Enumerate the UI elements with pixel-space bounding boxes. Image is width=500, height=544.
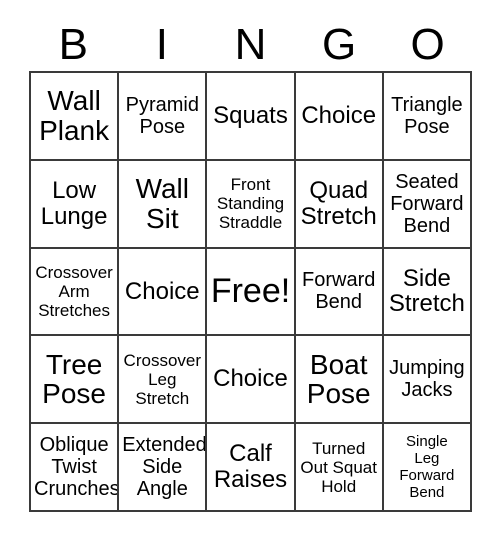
bingo-cell-label: Tree Pose [42,348,106,410]
bingo-cell[interactable]: Crossover Arm Stretches [31,248,120,337]
bingo-cell[interactable]: Jumping Jacks [383,336,472,425]
bingo-header: B I N G O [29,18,472,71]
bingo-cell[interactable]: Choice [119,248,208,337]
header-letter-i: I [155,19,168,69]
bingo-cell-label: Choice [213,365,288,393]
bingo-cell[interactable]: Front Standing Straddle [207,160,296,249]
bingo-card: B I N G O Wall Plank Pyramid Pose Squats Ch… [0,0,500,544]
bingo-cell-label: Single Leg Forward Bend [399,432,455,502]
bingo-cell-label: Seated Forward Bend [390,170,464,237]
header-letter-o: O [410,19,445,69]
bingo-cell[interactable]: Squats [207,73,296,161]
bingo-cell[interactable]: Wall Plank [31,73,120,161]
bingo-cell-label: Low Lunge [40,177,108,230]
bingo-grid: Wall Plank Pyramid Pose Squats Choice Triang… [29,71,472,512]
bingo-cell-label: Free! [210,272,291,311]
bingo-cell-label: Turned Out Squat Hold [300,438,377,496]
bingo-cell-label: Calf Raises [213,440,288,494]
bingo-cell[interactable]: Single Leg Forward Bend [383,424,472,512]
bingo-cell-label: Crossover Leg Stretch [123,350,202,408]
bingo-cell[interactable]: Forward Bend [295,248,384,337]
bingo-cell-label: Pyramid Pose [125,93,199,138]
bingo-cell[interactable]: Crossover Leg Stretch [119,336,208,425]
bingo-cell[interactable]: Oblique Twist Crunches [31,424,120,512]
header-letter-n: N [234,19,267,69]
bingo-cell-label: Jumping Jacks [389,357,465,402]
header-letter-g: G [321,19,357,69]
bingo-cell-label: Triangle Pose [391,93,463,138]
bingo-cell[interactable]: Wall Sit [119,160,208,249]
bingo-cell[interactable]: Choice [207,336,296,425]
header-letter-b: B [58,19,88,69]
bingo-cell[interactable]: Quad Stretch [295,160,384,249]
bingo-cell[interactable]: Boat Pose [295,336,384,425]
bingo-cell-label: Extended Side Angle [122,434,207,501]
bingo-cell-label: Forward Bend [302,269,376,314]
bingo-cell-free[interactable]: Free! [207,248,296,337]
bingo-cell-label: Side Stretch [388,264,465,318]
bingo-cell[interactable]: Calf Raises [207,424,296,512]
bingo-cell[interactable]: Pyramid Pose [119,73,208,161]
bingo-cell[interactable]: Extended Side Angle [119,424,208,512]
bingo-cell[interactable]: Side Stretch [383,248,472,337]
bingo-cell-label: Crossover Arm Stretches [35,262,113,320]
bingo-cell-label: Wall Plank [39,85,110,146]
bingo-cell-label: Quad Stretch [300,177,377,230]
bingo-cell-label: Choice [301,102,377,130]
bingo-cell[interactable]: Low Lunge [31,160,120,249]
bingo-cell-label: Choice [124,277,200,305]
bingo-cell-label: Wall Sit [135,173,189,234]
bingo-cell[interactable]: Choice [295,73,384,161]
bingo-cell-label: Front Standing Straddle [216,175,285,233]
bingo-cell[interactable]: Tree Pose [31,336,120,425]
bingo-cell-label: Oblique Twist Crunches [34,434,120,501]
bingo-cell[interactable]: Turned Out Squat Hold [295,424,384,512]
bingo-cell[interactable]: Seated Forward Bend [383,160,472,249]
bingo-cell-label: Boat Pose [306,348,371,410]
bingo-cell-label: Squats [213,102,288,130]
bingo-cell[interactable]: Triangle Pose [383,73,472,161]
